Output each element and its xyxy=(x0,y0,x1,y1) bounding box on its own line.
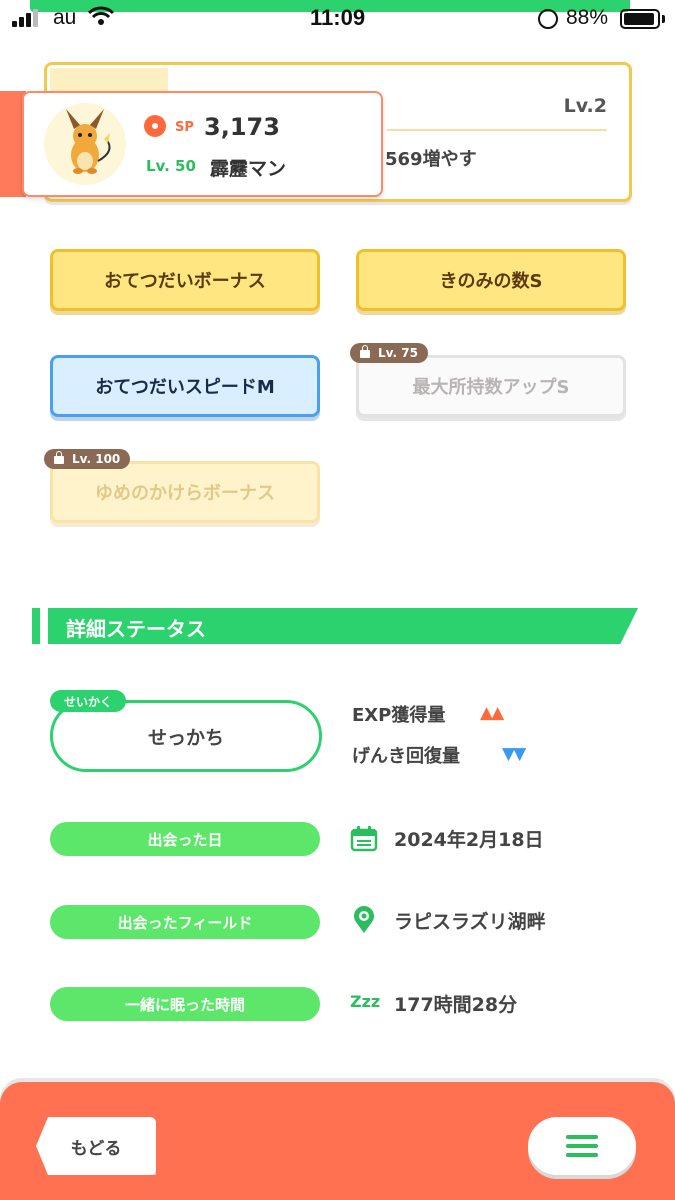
main-skill-level: Lv.2 xyxy=(563,95,607,117)
lock-level-label: Lv. 100 xyxy=(72,452,121,466)
lock-icon xyxy=(360,345,370,358)
sleep-zzz-icon: Zzz xyxy=(350,992,381,1011)
sp-label: SP xyxy=(175,120,194,135)
met-date-label: 出会った日 xyxy=(50,822,320,856)
met-field-value: ラピスラズリ湖畔 xyxy=(394,911,546,933)
pokemon-summary-card: SP 3,173 Lv. 50 霹靂マン xyxy=(22,91,383,197)
pokemon-level: Lv. 50 xyxy=(146,157,196,175)
sub-skill-inventory-up-s[interactable]: 最大所持数アップS xyxy=(356,355,626,417)
status-bar: au 11:09 88% xyxy=(0,0,675,40)
nature-down-label: げんき回復量 xyxy=(352,746,460,767)
status-time: 11:09 xyxy=(310,5,366,30)
wifi-icon xyxy=(88,6,114,25)
lock-icon xyxy=(54,451,64,464)
sub-skill-berry-count-s[interactable]: きのみの数S xyxy=(356,249,626,311)
battery-percent: 88% xyxy=(566,6,609,29)
rotation-lock-icon xyxy=(538,9,558,29)
calendar-icon xyxy=(350,826,378,852)
main-skill-description: 569増やす xyxy=(385,149,477,170)
slept-time-label: 一緒に眠った時間 xyxy=(50,987,320,1021)
sp-ball-icon xyxy=(144,115,166,137)
battery-icon xyxy=(620,9,660,29)
met-field-label: 出会ったフィールド xyxy=(50,905,320,939)
carrier-label: au xyxy=(53,6,77,29)
lock-badge-lv100: Lv. 100 xyxy=(44,449,131,469)
details-section-header: 詳細ステータス xyxy=(30,608,638,644)
pokemon-avatar xyxy=(44,103,126,185)
location-pin-icon xyxy=(354,906,374,933)
nature-tag: せいかく xyxy=(50,690,127,712)
back-button-label: もどる xyxy=(70,1138,122,1159)
sub-skill-dream-shard-bonus[interactable]: ゆめのかけらボーナス xyxy=(50,461,320,523)
menu-button[interactable] xyxy=(528,1117,636,1175)
nature-up-arrows: ▲▲ xyxy=(480,703,504,723)
nature-up-label: EXP獲得量 xyxy=(352,705,446,726)
met-date-value: 2024年2月18日 xyxy=(394,829,544,851)
signal-icon xyxy=(12,9,42,27)
back-button[interactable]: もどる xyxy=(36,1117,156,1175)
sub-skill-helping-bonus[interactable]: おてつだいボーナス xyxy=(50,249,320,311)
nature-down-arrows: ▼▼ xyxy=(502,744,526,764)
slept-time-value: 177時間28分 xyxy=(394,994,518,1016)
lock-level-label: Lv. 75 xyxy=(378,346,418,360)
section-title: 詳細ステータス xyxy=(66,617,206,641)
pokemon-nickname: 霹靂マン xyxy=(210,158,287,180)
lock-badge-lv75: Lv. 75 xyxy=(350,343,428,363)
sub-skill-helping-speed-m[interactable]: おてつだいスピードM xyxy=(50,355,320,417)
sp-value: 3,173 xyxy=(204,113,280,141)
hamburger-icon xyxy=(566,1135,598,1139)
nature-value: せっかち xyxy=(147,726,224,749)
